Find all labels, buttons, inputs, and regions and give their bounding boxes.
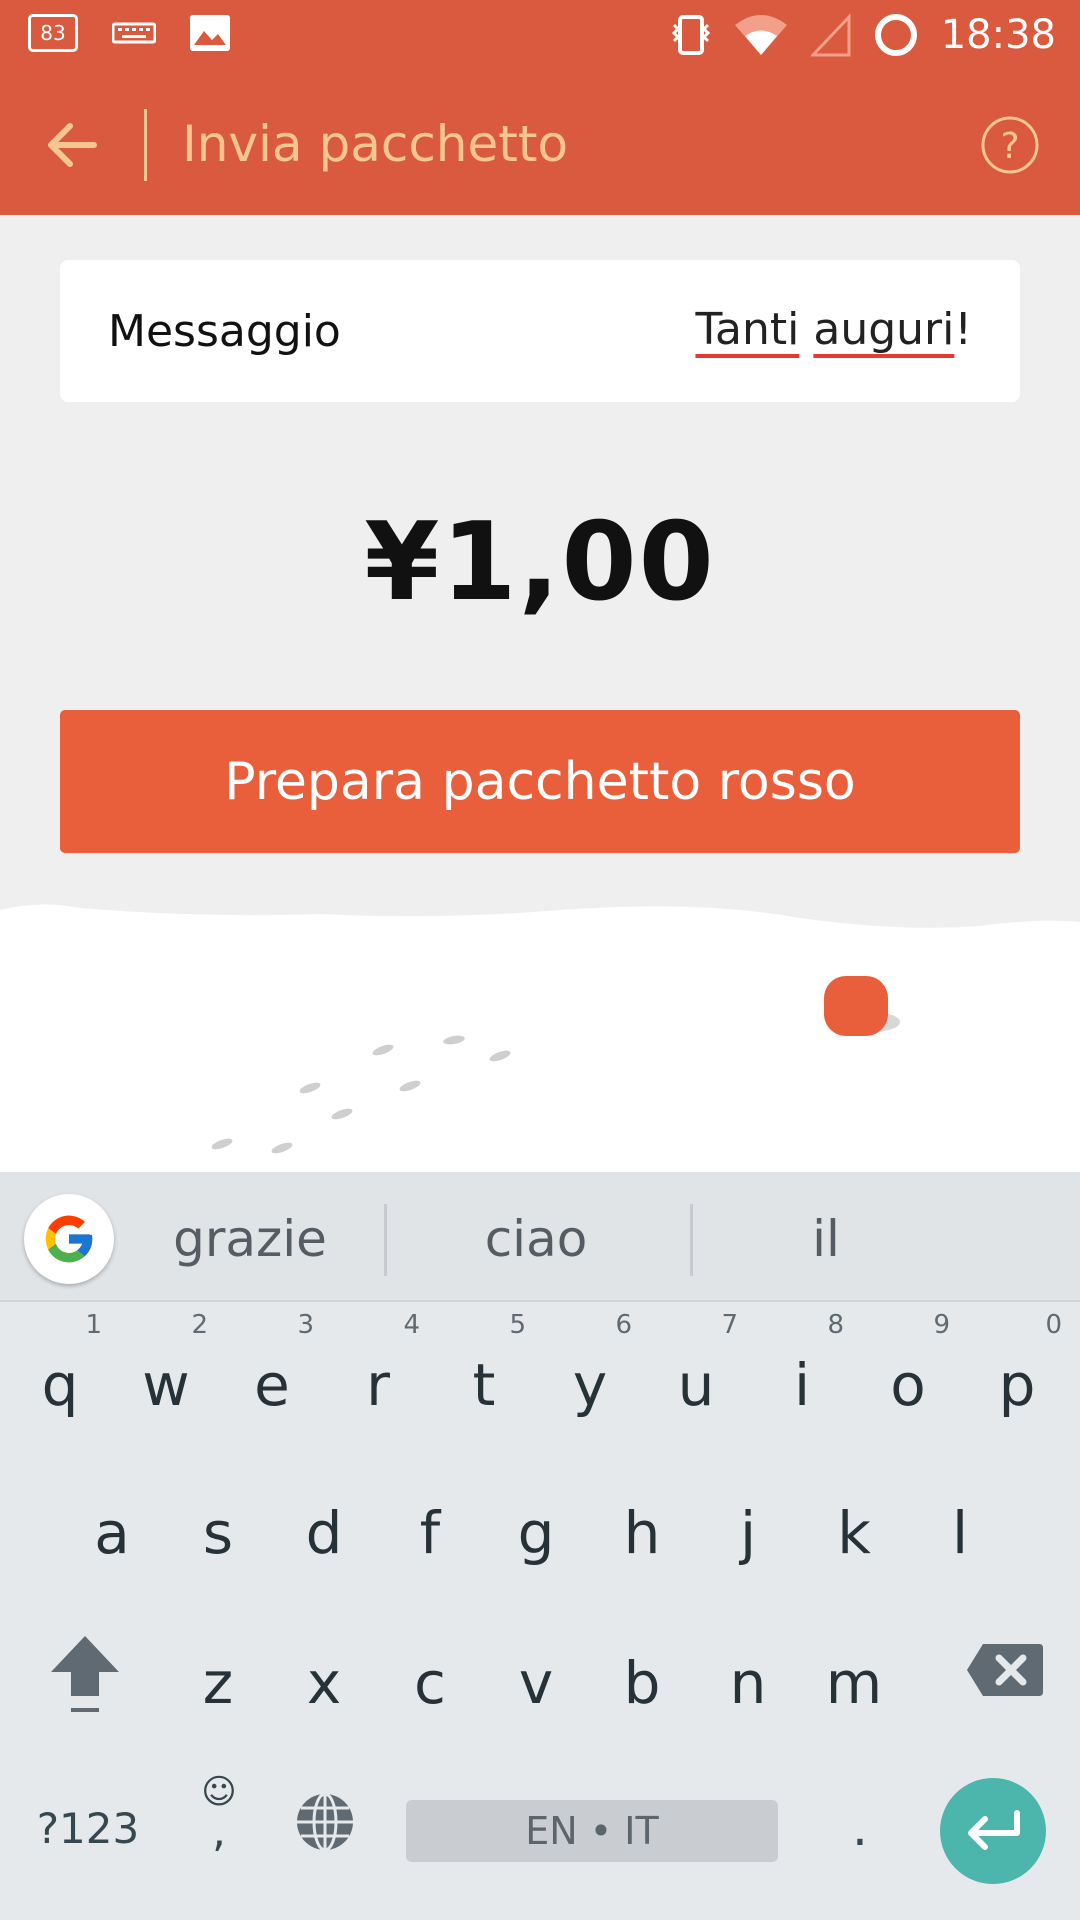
key-i[interactable]: i8 xyxy=(752,1312,852,1440)
snow-illustration xyxy=(0,904,1080,1172)
language-key[interactable] xyxy=(290,1790,360,1860)
key-t[interactable]: t5 xyxy=(434,1312,534,1440)
key-k[interactable]: k xyxy=(804,1478,904,1588)
image-icon xyxy=(190,15,230,51)
key-l[interactable]: l xyxy=(910,1478,1010,1588)
key-g[interactable]: g xyxy=(486,1478,586,1588)
vibrate-icon xyxy=(671,15,710,55)
period-key[interactable]: . xyxy=(830,1778,890,1878)
google-button[interactable] xyxy=(24,1194,114,1284)
key-p[interactable]: p0 xyxy=(964,1312,1070,1440)
status-bar: 83 18:38 xyxy=(0,0,1080,75)
key-b[interactable]: b xyxy=(592,1628,692,1738)
key-y[interactable]: y6 xyxy=(540,1312,640,1440)
key-v[interactable]: v xyxy=(486,1628,586,1738)
key-r[interactable]: r4 xyxy=(328,1312,428,1440)
svg-text:?: ? xyxy=(1000,126,1019,167)
wifi-icon xyxy=(734,15,787,55)
key-n[interactable]: n xyxy=(698,1628,798,1738)
shift-arrow-icon xyxy=(51,1636,119,1712)
message-field[interactable]: Messaggio Tanti auguri! xyxy=(60,260,1020,402)
enter-arrow-icon xyxy=(968,1810,1020,1850)
message-word-1: Tanti xyxy=(695,304,800,355)
amount-display: ¥1,00 xyxy=(364,500,716,625)
symbols-key[interactable]: ?123 xyxy=(28,1794,148,1864)
key-d[interactable]: d xyxy=(274,1478,374,1588)
message-punct: ! xyxy=(954,304,972,355)
appbar-divider xyxy=(144,109,147,181)
key-m[interactable]: m xyxy=(804,1628,904,1738)
key-q[interactable]: q1 xyxy=(10,1312,110,1440)
key-e[interactable]: e3 xyxy=(222,1312,322,1440)
key-s[interactable]: s xyxy=(168,1478,268,1588)
clock: 18:38 xyxy=(940,12,1056,58)
message-input[interactable]: Tanti auguri! xyxy=(612,304,972,355)
prepare-red-packet-button[interactable]: Prepara pacchetto rosso xyxy=(60,710,1020,853)
key-o[interactable]: o9 xyxy=(858,1312,958,1440)
soft-keyboard: grazie ciao il q1 w2 e3 r4 t5 y6 u7 i8 o… xyxy=(0,1172,1080,1920)
message-label: Messaggio xyxy=(108,306,341,357)
key-a[interactable]: a xyxy=(62,1478,162,1588)
suggestion-1[interactable]: grazie xyxy=(150,1210,350,1268)
notification-badge: 83 xyxy=(28,14,78,52)
suggestion-2[interactable]: ciao xyxy=(436,1210,636,1268)
emoji-comma-key[interactable]: ☺ , xyxy=(186,1772,252,1872)
comma-label: , xyxy=(212,1806,226,1857)
page-title: Invia pacchetto xyxy=(182,115,569,173)
suggestion-divider xyxy=(384,1204,387,1276)
app-bar: Invia pacchetto ? xyxy=(0,75,1080,215)
suggestion-divider xyxy=(690,1204,693,1276)
backspace-key[interactable] xyxy=(950,1640,1060,1720)
message-word-2: auguri xyxy=(813,304,955,355)
keyboard-icon xyxy=(112,22,156,44)
suggestion-3[interactable]: il xyxy=(726,1210,926,1268)
key-u[interactable]: u7 xyxy=(646,1312,746,1440)
suggestion-bar: grazie ciao il xyxy=(0,1172,1080,1302)
globe-icon xyxy=(297,1792,353,1852)
key-x[interactable]: x xyxy=(274,1628,374,1738)
back-button[interactable] xyxy=(40,113,104,177)
key-f[interactable]: f xyxy=(380,1478,480,1588)
key-w[interactable]: w2 xyxy=(116,1312,216,1440)
help-circle-icon[interactable]: ? xyxy=(980,115,1040,175)
sync-icon xyxy=(874,14,917,56)
space-bar[interactable]: EN • IT xyxy=(406,1800,778,1862)
key-c[interactable]: c xyxy=(380,1628,480,1738)
enter-key[interactable] xyxy=(940,1778,1046,1884)
shift-key[interactable] xyxy=(30,1628,140,1738)
key-h[interactable]: h xyxy=(592,1478,692,1588)
key-z[interactable]: z xyxy=(168,1628,268,1738)
backspace-icon xyxy=(967,1644,1043,1696)
arrow-left-icon xyxy=(48,123,97,167)
key-j[interactable]: j xyxy=(698,1478,798,1588)
google-g-icon xyxy=(45,1215,93,1263)
signal-icon xyxy=(810,13,851,57)
